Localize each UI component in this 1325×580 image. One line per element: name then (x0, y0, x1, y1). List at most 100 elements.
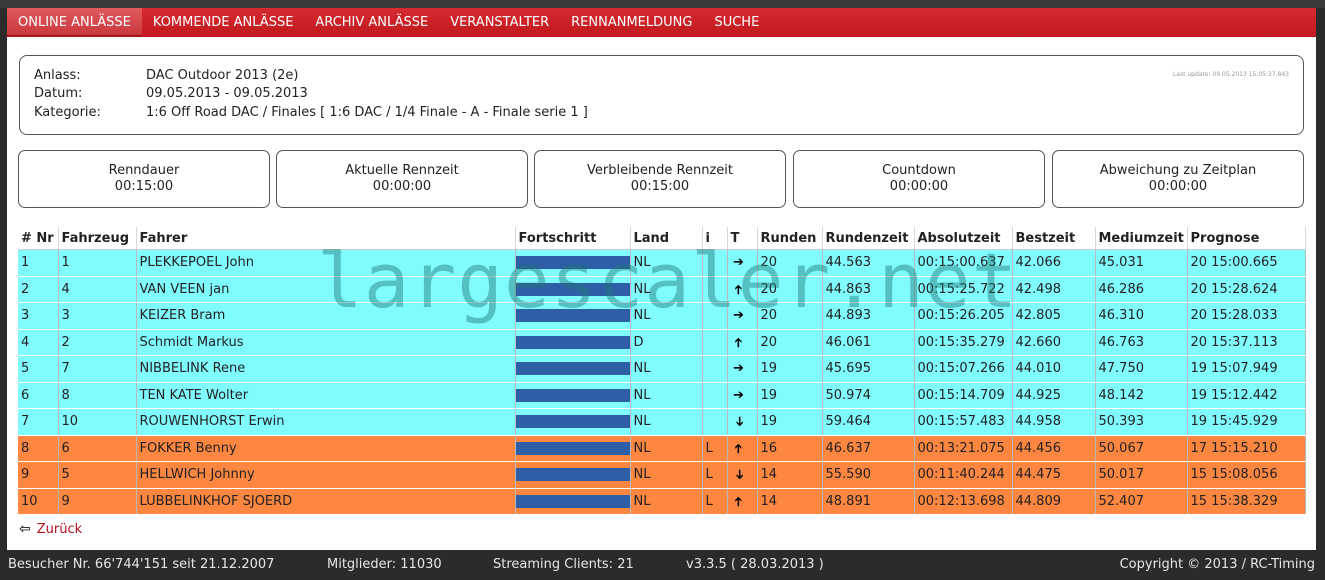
progress-bar (515, 282, 629, 296)
mediumtime-cell: 46.310 (1095, 302, 1188, 330)
event-label: Anlass: (34, 68, 81, 83)
category-value: 1:6 Off Road DAC / Finales [ 1:6 DAC / 1… (146, 105, 588, 120)
laptime-cell: 45.695 (822, 355, 915, 383)
nav-item-4[interactable]: RENNANMELDUNG (560, 8, 703, 37)
besttime-cell: 42.066 (1012, 249, 1096, 277)
laptime-cell: 44.563 (822, 249, 915, 277)
position-cell: 5 (18, 355, 59, 383)
laptime-cell: 44.863 (822, 276, 915, 303)
mediumtime-cell: 48.142 (1095, 382, 1188, 409)
prognosis-cell: 19 15:45.929 (1187, 408, 1306, 436)
country-cell: NL (630, 249, 703, 277)
arrow-right-icon: ➔ (733, 361, 744, 377)
info-cell (702, 382, 728, 409)
info-cell (702, 276, 728, 303)
column-header: Land (630, 227, 703, 250)
trend-cell: ➔ (727, 276, 758, 303)
besttime-cell: 42.805 (1012, 302, 1096, 330)
timer-value: 00:15:00 (630, 179, 690, 194)
nav-item-3[interactable]: VERANSTALTER (439, 8, 560, 37)
mediumtime-cell: 46.763 (1095, 329, 1188, 356)
mediumtime-cell: 50.017 (1095, 461, 1188, 489)
driver-cell: FOKKER Benny (136, 435, 516, 462)
progress-cell (515, 461, 631, 489)
progress-bar (515, 335, 629, 349)
timer-box: Abweichung zu Zeitplan 00:00:00 (1052, 150, 1304, 208)
laptime-cell: 55.590 (822, 461, 915, 489)
timer-value: 00:00:00 (889, 179, 949, 194)
back-link[interactable]: ⇦ Zurück (19, 521, 82, 537)
abstime-cell: 00:15:57.483 (914, 408, 1013, 436)
country-cell: NL (630, 302, 703, 330)
abstime-cell: 00:15:00.637 (914, 249, 1013, 277)
version: v3.3.5 ( 28.03.2013 ) (686, 557, 824, 572)
nav-item-2[interactable]: ARCHIV ANLÄSSE (304, 8, 439, 37)
column-header: Absolutzeit (914, 227, 1013, 250)
table-row: 5 7 NIBBELINK Rene NL ➔ 19 45.695 00:15:07.266 4… (18, 355, 1306, 383)
column-header: # Nr (18, 227, 59, 250)
laps-cell: 14 (757, 488, 823, 515)
info-cell (702, 355, 728, 383)
trend-cell: ➔ (727, 408, 758, 436)
nav-item-5[interactable]: SUCHE (703, 8, 770, 37)
progress-bar (515, 309, 629, 322)
page-content: ONLINE ANLÄSSE KOMMENDE ANLÄSSE ARCHIV ANL… (7, 8, 1316, 550)
position-cell: 3 (18, 302, 59, 330)
table-header-row: # Nr Fahrzeug Fahrer Fortschritt Land i T Runde… (18, 227, 1306, 250)
driver-cell: VAN VEEN jan (136, 276, 516, 303)
timer-value: 00:15:00 (114, 179, 174, 194)
mediumtime-cell: 46.286 (1095, 276, 1188, 303)
timer-label: Aktuelle Rennzeit (345, 163, 459, 178)
prognosis-cell: 20 15:00.665 (1187, 249, 1306, 277)
progress-cell (515, 329, 631, 356)
nav-item-0[interactable]: ONLINE ANLÄSSE (7, 8, 142, 37)
driver-cell: NIBBELINK Rene (136, 355, 516, 383)
position-cell: 8 (18, 435, 59, 462)
table-row: 7 10 ROUWENHORST Erwin NL ➔ 19 59.464 00:15:57.… (18, 408, 1306, 436)
abstime-cell: 00:15:26.205 (914, 302, 1013, 330)
timer-label: Renndauer (108, 163, 180, 178)
info-cell (702, 249, 728, 277)
trend-cell: ➔ (727, 329, 758, 356)
column-header: i (702, 227, 728, 250)
table-row: 9 5 HELLWICH Johnny NL L ➔ 14 55.590 00:11:40.24… (18, 461, 1306, 489)
besttime-cell: 42.498 (1012, 276, 1096, 303)
progress-cell (515, 435, 631, 462)
car-number-cell: 3 (58, 302, 137, 330)
table-row: 3 3 KEIZER Bram NL ➔ 20 44.893 00:15:26.205 42.8… (18, 302, 1306, 330)
back-label: Zurück (36, 521, 83, 537)
column-header: Rundenzeit (822, 227, 915, 250)
country-cell: NL (630, 355, 703, 383)
mediumtime-cell: 47.750 (1095, 355, 1188, 383)
trend-cell: ➔ (727, 461, 758, 489)
table-row: 6 8 TEN KATE Wolter NL ➔ 19 50.974 00:15:14.709… (18, 382, 1306, 409)
driver-cell: HELLWICH Johnny (136, 461, 516, 489)
progress-bar (515, 256, 629, 269)
abstime-cell: 00:15:14.709 (914, 382, 1013, 409)
event-row: Anlass: DAC Outdoor 2013 (2e) (34, 67, 299, 85)
besttime-cell: 44.010 (1012, 355, 1096, 383)
timer-value: 00:00:00 (1148, 179, 1208, 194)
prognosis-cell: 20 15:28.033 (1187, 302, 1306, 330)
info-cell (702, 302, 728, 330)
timer-box: Countdown 00:00:00 (793, 150, 1045, 208)
progress-bar (515, 468, 629, 481)
footer: Besucher Nr. 66'744'151 seit 21.12.2007 … (0, 550, 1325, 580)
progress-bar (515, 362, 629, 375)
table-row: 1 1 PLEKKEPOEL John NL ➔ 20 44.563 00:15:00.637… (18, 249, 1306, 277)
nav-item-1[interactable]: KOMMENDE ANLÄSSE (142, 8, 305, 37)
position-cell: 1 (18, 249, 59, 277)
prognosis-cell: 19 15:07.949 (1187, 355, 1306, 383)
arrow-up-icon: ➔ (731, 283, 746, 295)
arrow-up-icon: ➔ (731, 495, 746, 507)
timer-box: Aktuelle Rennzeit 00:00:00 (276, 150, 528, 208)
driver-cell: TEN KATE Wolter (136, 382, 516, 409)
laptime-cell: 59.464 (822, 408, 915, 436)
trend-cell: ➔ (727, 435, 758, 462)
prognosis-cell: 20 15:37.113 (1187, 329, 1306, 356)
driver-cell: LUBBELINKHOF SJOERD (136, 488, 516, 515)
table-row: 10 9 LUBBELINKHOF SJOERD NL L ➔ 14 48.891 00:12:… (18, 488, 1306, 515)
mediumtime-cell: 50.067 (1095, 435, 1188, 462)
car-number-cell: 5 (58, 461, 137, 489)
besttime-cell: 44.925 (1012, 382, 1096, 409)
